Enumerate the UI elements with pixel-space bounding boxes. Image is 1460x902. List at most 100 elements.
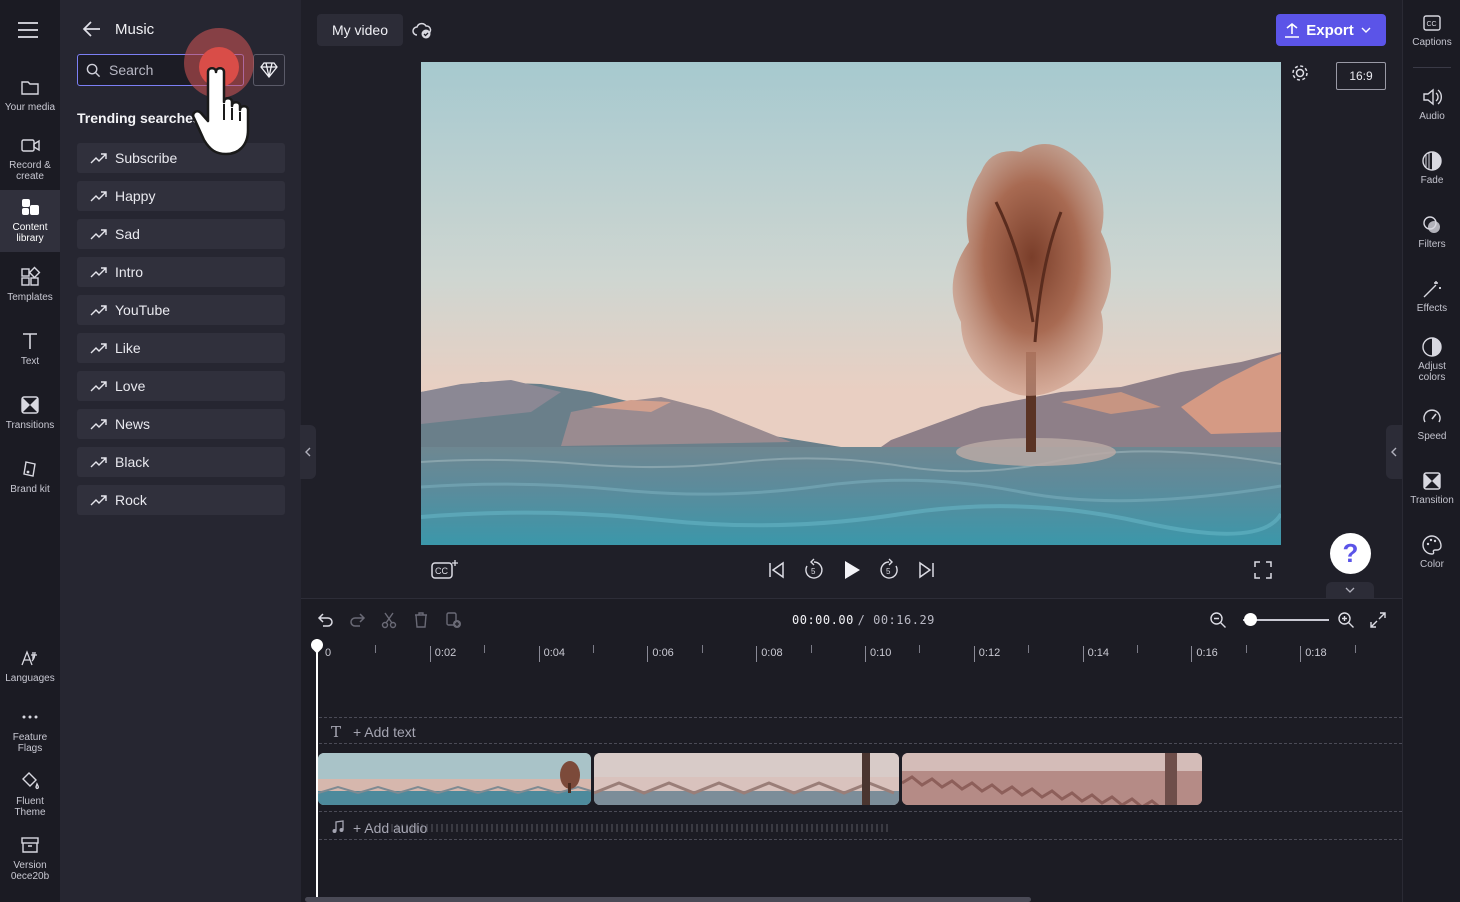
forward-5-icon[interactable]: 5 <box>878 558 900 582</box>
tool-audio[interactable]: Audio <box>1403 86 1460 122</box>
left-nav: Your media Record & create Content libra… <box>0 0 60 902</box>
nav-transitions[interactable]: Transitions <box>0 388 60 450</box>
trending-item[interactable]: Happy <box>77 181 285 211</box>
languages-icon <box>21 650 37 666</box>
tool-speed[interactable]: Speed <box>1403 406 1460 442</box>
menu-icon[interactable] <box>17 20 39 40</box>
video-clip[interactable] <box>902 753 1202 805</box>
delete-icon[interactable] <box>412 611 430 629</box>
trending-item[interactable]: Black <box>77 447 285 477</box>
tool-fade[interactable]: Fade <box>1403 150 1460 186</box>
speaker-icon <box>1423 88 1442 106</box>
ruler-minor-tick <box>701 645 703 653</box>
track-divider <box>319 743 1402 744</box>
trending-label: Like <box>115 340 141 356</box>
tool-filters[interactable]: Filters <box>1403 214 1460 250</box>
trending-item[interactable]: Intro <box>77 257 285 287</box>
trending-label: Rock <box>115 492 147 508</box>
ruler-tick-label: 0:14 <box>1082 646 1109 662</box>
skip-forward-icon[interactable] <box>916 561 936 579</box>
nav-record-create[interactable]: Record & create <box>0 128 60 190</box>
audio-waveform-placeholder <box>391 824 891 832</box>
cloud-saved-icon <box>412 22 432 39</box>
captions-icon: CC <box>1423 15 1441 31</box>
divider <box>1413 67 1451 68</box>
nav-your-media[interactable]: Your media <box>0 70 60 132</box>
svg-text:5: 5 <box>811 567 816 576</box>
ruler-minor-tick <box>484 645 486 653</box>
trending-item[interactable]: Sad <box>77 219 285 249</box>
video-editor: Your media Record & create Content libra… <box>0 0 1460 902</box>
upload-icon <box>1285 22 1300 38</box>
panel-collapse-button[interactable] <box>300 425 316 479</box>
tool-label: Speed <box>1417 431 1447 442</box>
nav-fluent-theme[interactable]: Fluent Theme <box>0 764 60 826</box>
export-button[interactable]: Export <box>1276 14 1386 46</box>
tool-label: Adjust colors <box>1418 361 1446 383</box>
ruler-tick-label: 0:10 <box>865 646 891 662</box>
back-arrow-icon[interactable] <box>80 17 104 41</box>
split-scissors-icon[interactable] <box>380 611 398 629</box>
ruler-minor-tick <box>1354 645 1356 653</box>
collapse-preview-button[interactable] <box>1326 582 1374 598</box>
video-preview[interactable] <box>421 62 1281 545</box>
trending-item[interactable]: News <box>77 409 285 439</box>
zoom-slider-thumb[interactable] <box>1244 613 1257 626</box>
zoom-in-icon[interactable] <box>1337 611 1355 629</box>
trending-arrow-icon <box>90 305 107 316</box>
playhead-line[interactable] <box>316 639 318 902</box>
ruler-minor-tick <box>1245 645 1247 653</box>
ruler-minor-tick <box>593 645 594 653</box>
chevron-left-icon <box>1391 447 1397 457</box>
timeline-scrollbar[interactable] <box>305 897 1031 902</box>
trending-arrow-icon <box>90 229 107 240</box>
rewind-5-icon[interactable]: 5 <box>803 558 825 582</box>
trending-item[interactable]: YouTube <box>77 295 285 325</box>
settings-gear-icon[interactable] <box>1289 62 1311 84</box>
video-clip[interactable] <box>594 753 899 805</box>
tool-label: Filters <box>1418 239 1446 250</box>
tool-adjust[interactable]: Adjust colors <box>1403 336 1460 383</box>
trending-item[interactable]: Rock <box>77 485 285 515</box>
add-text-track[interactable]: T + Add text <box>331 723 416 741</box>
tool-captions[interactable]: CC Captions <box>1403 12 1460 48</box>
ruler-tick-label: 0:02 <box>429 646 456 662</box>
zoom-out-icon[interactable] <box>1209 611 1227 629</box>
track-divider <box>319 839 1402 840</box>
text-icon <box>23 333 37 349</box>
ruler-tick-label: 0 <box>325 647 332 659</box>
auto-captions-icon[interactable]: CC <box>430 559 460 581</box>
svg-text:5: 5 <box>886 567 891 576</box>
trending-item[interactable]: Like <box>77 333 285 363</box>
play-icon[interactable] <box>842 559 862 581</box>
redo-icon[interactable] <box>348 611 366 629</box>
clip-thumbnails <box>318 753 591 805</box>
nav-version[interactable]: Version 0ece20b <box>0 828 60 890</box>
tool-effects[interactable]: Effects <box>1403 278 1460 314</box>
nav-feature-flags[interactable]: Feature Flags <box>0 700 60 762</box>
fit-timeline-icon[interactable] <box>1369 611 1387 629</box>
right-panel-collapse-button[interactable] <box>1386 425 1402 479</box>
trending-label: Sad <box>115 226 140 242</box>
nav-languages[interactable]: Languages <box>0 641 60 703</box>
trending-item[interactable]: Love <box>77 371 285 401</box>
add-audio-track[interactable]: + Add audio <box>331 820 427 836</box>
duplicate-icon[interactable] <box>444 611 462 629</box>
fullscreen-icon[interactable] <box>1254 561 1272 579</box>
nav-text[interactable]: Text <box>0 324 60 386</box>
aspect-ratio-button[interactable]: 16:9 <box>1336 62 1386 90</box>
nav-templates[interactable]: Templates <box>0 260 60 322</box>
nav-content-library[interactable]: Content library <box>0 190 60 252</box>
project-title[interactable]: My video <box>317 14 403 46</box>
nav-label: Content library <box>12 222 48 244</box>
nav-brand-kit[interactable]: Brand kit <box>0 452 60 514</box>
video-clip[interactable] <box>318 753 591 805</box>
tool-transition[interactable]: Transition <box>1403 470 1460 506</box>
nav-label: Your media <box>4 102 56 113</box>
skip-back-icon[interactable] <box>767 561 787 579</box>
help-button[interactable]: ? <box>1330 533 1371 574</box>
filters-icon <box>1423 216 1440 233</box>
tool-color[interactable]: Color <box>1403 534 1460 570</box>
svg-text:CC: CC <box>1427 21 1437 28</box>
undo-icon[interactable] <box>317 611 335 629</box>
